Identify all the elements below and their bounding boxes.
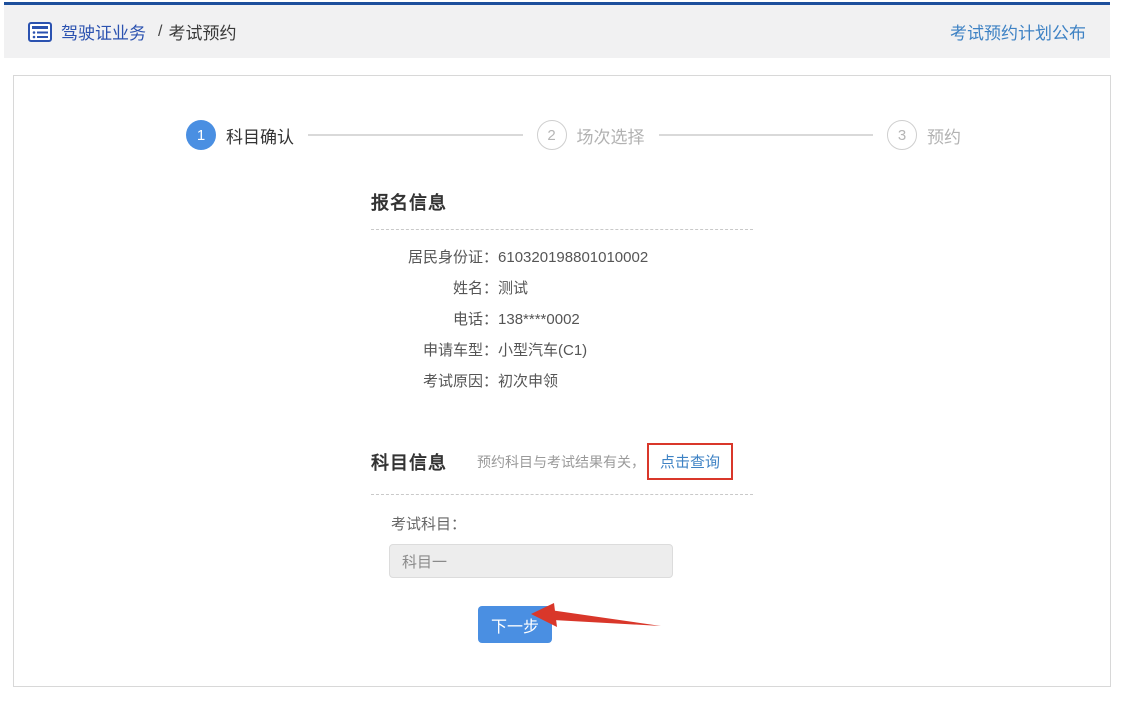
subject-info-title: 科目信息 bbox=[371, 449, 447, 475]
info-row-phone: 电话 ： 138****0002 bbox=[371, 304, 753, 335]
info-label: 考试原因 bbox=[371, 366, 483, 397]
step-session-select: 2 场次选择 bbox=[537, 120, 645, 150]
annotation-highlight-box: 点击查询 bbox=[647, 443, 733, 480]
main-panel: 1 科目确认 2 场次选择 3 预约 报名信息 居民身份证 ： 61032019… bbox=[13, 75, 1111, 687]
info-colon: ： bbox=[483, 304, 498, 335]
registration-info-title: 报名信息 bbox=[371, 189, 753, 215]
subject-info-header: 科目信息 预约科目与考试结果有关， 点击查询 bbox=[371, 443, 753, 480]
dashed-divider bbox=[371, 229, 753, 230]
info-value: 小型汽车(C1) bbox=[498, 335, 587, 366]
info-colon: ： bbox=[483, 366, 498, 397]
info-label: 姓名 bbox=[371, 273, 483, 304]
info-value: 610320198801010002 bbox=[498, 242, 648, 273]
step-1-label: 科目确认 bbox=[226, 123, 294, 148]
exam-plan-announcement-link[interactable]: 考试预约计划公布 bbox=[950, 19, 1086, 44]
step-3-label: 预约 bbox=[927, 123, 961, 148]
info-colon: ： bbox=[483, 335, 498, 366]
info-label: 居民身份证 bbox=[371, 242, 483, 273]
info-label: 申请车型 bbox=[371, 335, 483, 366]
breadcrumb-current: 考试预约 bbox=[168, 19, 236, 44]
red-arrow-annotation bbox=[524, 598, 666, 634]
step-connector bbox=[308, 134, 523, 136]
list-icon bbox=[28, 22, 52, 42]
step-2-label: 场次选择 bbox=[577, 123, 645, 148]
info-row-exam-reason: 考试原因 ： 初次申领 bbox=[371, 366, 753, 397]
step-connector bbox=[659, 134, 874, 136]
step-reserve: 3 预约 bbox=[887, 120, 961, 150]
click-to-query-link[interactable]: 点击查询 bbox=[660, 454, 720, 471]
dashed-divider bbox=[371, 494, 753, 495]
subject-note: 预约科目与考试结果有关， bbox=[477, 452, 645, 472]
step-subject-confirm: 1 科目确认 bbox=[186, 120, 294, 150]
info-value: 138****0002 bbox=[498, 304, 580, 335]
page: { "header": { "breadcrumb": { "section":… bbox=[0, 0, 1144, 711]
info-row-vehicle-type: 申请车型 ： 小型汽车(C1) bbox=[371, 335, 753, 366]
breadcrumb-section-link[interactable]: 驾驶证业务 bbox=[61, 19, 146, 44]
info-colon: ： bbox=[483, 242, 498, 273]
stepper: 1 科目确认 2 场次选择 3 预约 bbox=[186, 120, 961, 150]
exam-subject-label: 考试科目： bbox=[371, 513, 753, 534]
info-value: 测试 bbox=[498, 273, 528, 304]
info-value: 初次申领 bbox=[498, 366, 558, 397]
info-row-id-number: 居民身份证 ： 610320198801010002 bbox=[371, 242, 753, 273]
info-colon: ： bbox=[483, 273, 498, 304]
info-row-name: 姓名 ： 测试 bbox=[371, 273, 753, 304]
step-1-circle: 1 bbox=[186, 120, 216, 150]
breadcrumb-separator: / bbox=[158, 23, 162, 41]
breadcrumb-bar: 驾驶证业务 / 考试预约 考试预约计划公布 bbox=[4, 5, 1110, 58]
step-2-circle: 2 bbox=[537, 120, 567, 150]
info-label: 电话 bbox=[371, 304, 483, 335]
form-content: 报名信息 居民身份证 ： 610320198801010002 姓名 ： 测试 … bbox=[371, 189, 753, 643]
step-3-circle: 3 bbox=[887, 120, 917, 150]
exam-subject-input[interactable] bbox=[389, 544, 673, 578]
registration-info-rows: 居民身份证 ： 610320198801010002 姓名 ： 测试 电话 ： … bbox=[371, 242, 753, 397]
